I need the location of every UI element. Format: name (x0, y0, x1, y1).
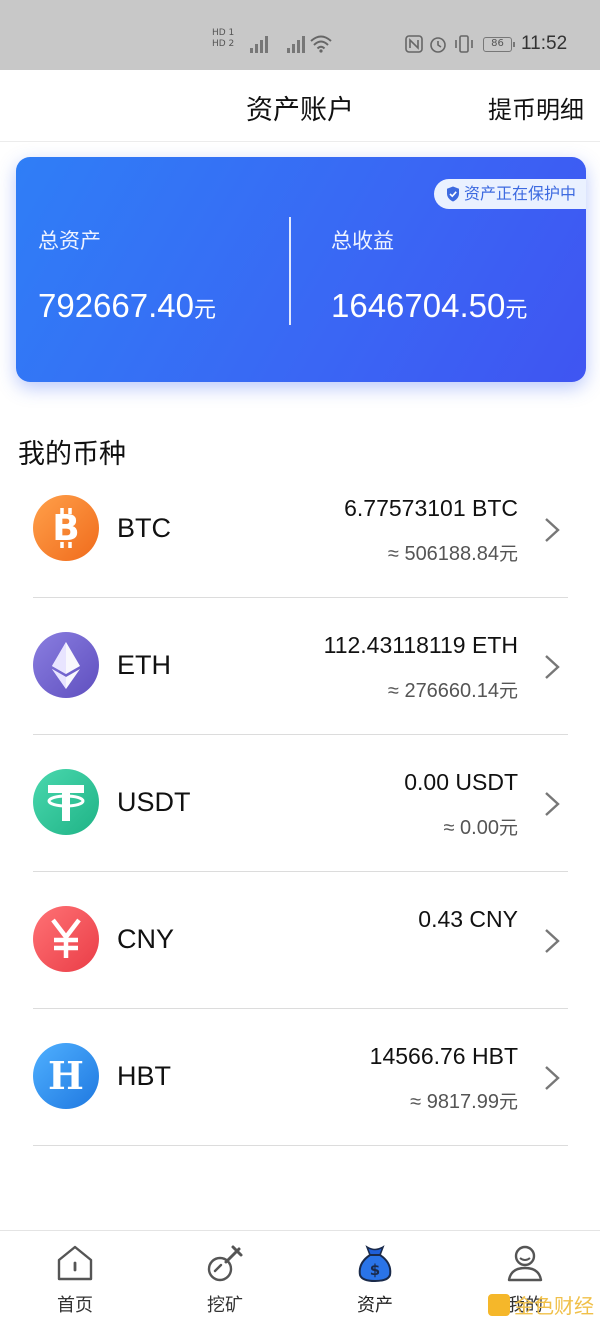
total-assets-block: 总资产 792667.40元 (38, 225, 216, 325)
coin-value-number: ≈ 276660.14 (387, 680, 499, 702)
chevron-right-icon (545, 518, 560, 542)
coin-list: B BTC 6.77573101 BTC ≈ 506188.84元 ETH 11… (33, 461, 568, 1146)
watermark: 金色财经 (488, 1290, 594, 1319)
hd-indicator: HD 1 HD 2 (212, 28, 238, 50)
wifi-icon (310, 35, 332, 53)
total-assets-value: 792667.40元 (38, 287, 216, 325)
hd-1-label: HD 1 (212, 28, 235, 38)
currency-unit: 元 (505, 298, 528, 323)
coin-amount: 0.43 CNY (418, 906, 518, 932)
coin-value: ≈ 0.00元 (444, 813, 518, 840)
card-divider (289, 217, 291, 325)
yuan-icon (33, 906, 99, 972)
tether-icon (33, 769, 99, 835)
total-income-label: 总收益 (331, 229, 394, 253)
svg-text:B: B (52, 508, 79, 549)
nav-label: 首页 (57, 1295, 93, 1316)
coin-row-hbt[interactable]: H HBT 14566.76 HBT ≈ 9817.99元 (33, 1009, 568, 1146)
nav-item-mining[interactable]: 挖矿 (150, 1231, 300, 1320)
hbt-icon: H (33, 1043, 99, 1109)
withdraw-history-link[interactable]: 提币明细 (488, 90, 584, 125)
status-bar: HD 1 HD 2 86 11:52 (0, 0, 600, 70)
coin-row-btc[interactable]: B BTC 6.77573101 BTC ≈ 506188.84元 (33, 461, 568, 598)
protection-badge: 资产正在保护中 (433, 179, 586, 209)
nav-label: 挖矿 (207, 1295, 243, 1316)
user-icon (507, 1245, 543, 1282)
chevron-right-icon (545, 1066, 560, 1090)
coin-value-number: ≈ 506188.84 (387, 543, 499, 565)
coin-symbol: ETH (117, 650, 171, 680)
coin-row-usdt[interactable]: USDT 0.00 USDT ≈ 0.00元 (33, 735, 568, 872)
coin-row-eth[interactable]: ETH 112.43118119 ETH ≈ 276660.14元 (33, 598, 568, 735)
chevron-right-icon (545, 655, 560, 679)
svg-text:$: $ (370, 1261, 380, 1279)
coin-amount: 0.00 USDT (404, 769, 518, 795)
currency-unit: 元 (498, 680, 518, 702)
vibrate-icon (455, 35, 473, 53)
hd-2-label: HD 2 (212, 39, 235, 49)
currency-unit: 元 (498, 543, 518, 565)
coin-value-number: ≈ 0.00 (443, 817, 499, 839)
battery-icon: 86 (483, 37, 515, 52)
svg-text:H: H (48, 1053, 84, 1098)
coin-symbol: HBT (117, 1061, 171, 1091)
asset-summary-card: 资产正在保护中 总资产 792667.40元 总收益 1646704.50元 (16, 157, 586, 382)
app-header: 资产账户 提币明细 (0, 70, 600, 142)
coin-amount: 112.43118119 ETH (323, 632, 518, 658)
chevron-right-icon (545, 792, 560, 816)
nav-item-home[interactable]: 首页 (0, 1231, 150, 1320)
chevron-right-icon (545, 929, 560, 953)
currency-unit: 元 (194, 298, 217, 323)
coin-value-number: ≈ 9817.99 (410, 1091, 499, 1113)
coin-value: ≈ 506188.84元 (388, 539, 518, 566)
alarm-icon (430, 37, 446, 53)
currency-unit: 元 (498, 1091, 518, 1113)
coin-amount: 6.77573101 BTC (344, 495, 518, 521)
total-income-number: 1646704.50 (331, 287, 506, 324)
nav-label: 资产 (357, 1295, 393, 1316)
currency-unit: 元 (498, 817, 518, 839)
total-income-value: 1646704.50元 (331, 287, 527, 325)
money-bag-icon: $ (358, 1245, 392, 1283)
watermark-logo-icon (488, 1293, 510, 1316)
coin-amount: 14566.76 HBT (369, 1043, 518, 1069)
clock-time: 11:52 (521, 33, 568, 54)
bitcoin-icon: B (33, 495, 99, 561)
protection-badge-label: 资产正在保护中 (463, 184, 576, 203)
coin-value: ≈ 276660.14元 (388, 676, 518, 703)
coin-row-cny[interactable]: CNY 0.43 CNY (33, 872, 568, 1009)
nfc-icon (405, 35, 423, 53)
watermark-text: 金色财经 (514, 1294, 594, 1318)
nav-item-assets[interactable]: $ 资产 (300, 1231, 450, 1320)
coin-symbol: USDT (117, 787, 191, 817)
total-assets-number: 792667.40 (38, 287, 194, 324)
coin-symbol: BTC (117, 513, 171, 543)
ethereum-icon (33, 632, 99, 698)
shield-icon (446, 186, 459, 202)
total-income-block: 总收益 1646704.50元 (331, 225, 527, 325)
coin-value: ≈ 9817.99元 (410, 1087, 518, 1114)
total-assets-label: 总资产 (38, 229, 101, 253)
pickaxe-icon (207, 1245, 243, 1282)
home-icon (57, 1245, 93, 1281)
coin-symbol: CNY (117, 924, 175, 954)
